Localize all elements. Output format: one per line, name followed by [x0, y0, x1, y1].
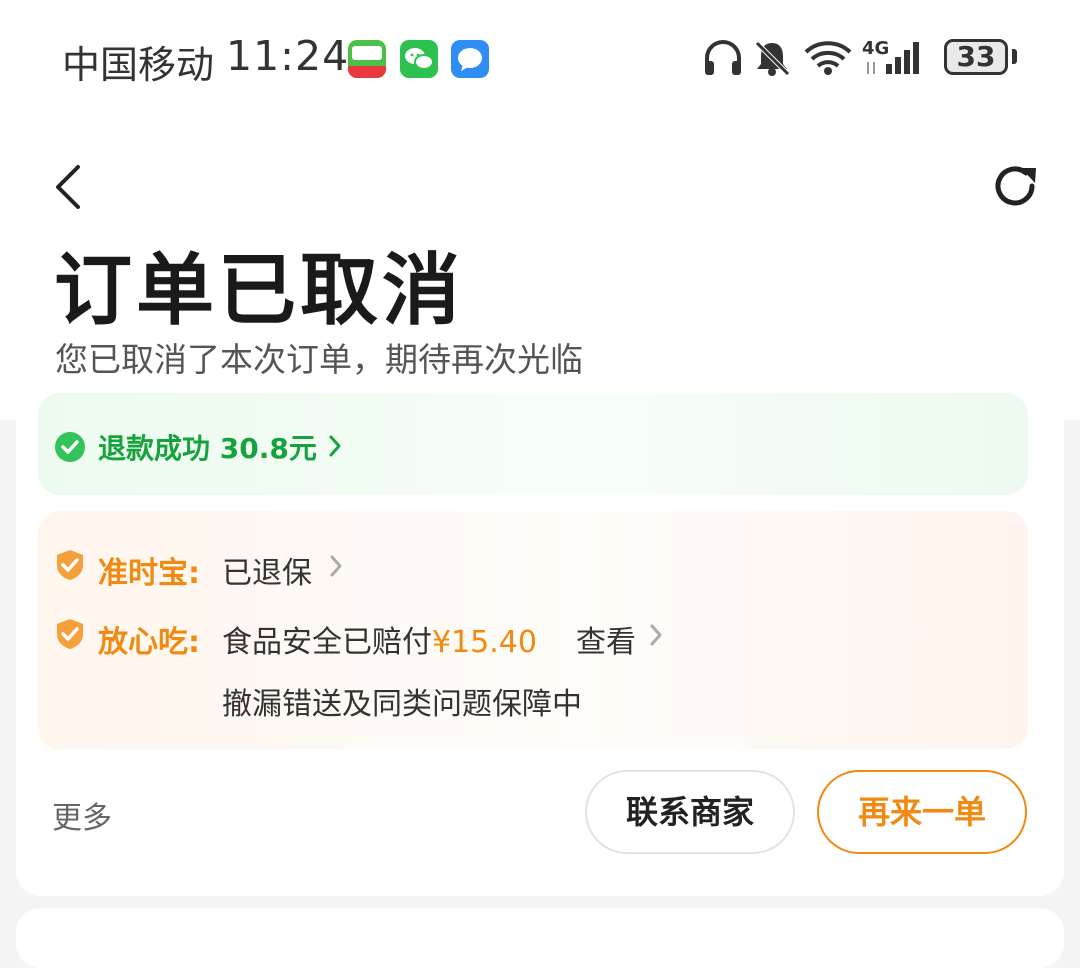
battery-indicator: 33 — [944, 39, 1008, 75]
reorder-button[interactable]: 再来一单 — [817, 770, 1027, 854]
safe-eat-text: 食品安全已赔付 — [222, 625, 432, 660]
bell-muted-icon — [755, 41, 790, 76]
page-title: 订单已取消 — [54, 246, 465, 336]
safe-eat-label: 放心吃: — [98, 625, 200, 660]
safe-eat-value: 食品安全已赔付¥15.40 — [222, 617, 537, 661]
safe-eat-note: 撤漏错送及同类问题保障中 — [222, 687, 582, 722]
shield-check-icon — [57, 619, 83, 649]
battery-tip — [1012, 49, 1017, 64]
shield-check-icon — [57, 550, 83, 580]
lottery-app-icon — [348, 40, 386, 78]
next-card — [16, 908, 1064, 968]
carrier-name: 中国移动 — [62, 43, 215, 87]
status-time: 11:24 — [226, 32, 350, 80]
chevron-left-icon[interactable] — [48, 162, 88, 212]
chevron-right-icon[interactable] — [328, 553, 344, 579]
view-link[interactable]: 查看 — [576, 617, 636, 661]
status-bar: 中国移动 11:24 4G 33 — [0, 0, 1080, 110]
refresh-icon[interactable] — [990, 162, 1042, 214]
wifi-icon — [804, 41, 852, 75]
chevron-right-icon — [329, 435, 341, 457]
refund-status[interactable]: 退款成功 30.8元 — [98, 427, 317, 467]
compensation-amount: ¥15.40 — [432, 625, 537, 660]
message-app-icon — [451, 40, 489, 78]
headphones-icon — [705, 40, 741, 75]
chevron-right-icon[interactable] — [648, 622, 664, 648]
more-button[interactable]: 更多 — [52, 793, 112, 837]
signal-icon — [867, 42, 919, 74]
check-circle-icon — [55, 432, 85, 462]
wechat-icon — [400, 40, 438, 78]
contact-merchant-button[interactable]: 联系商家 — [585, 770, 795, 854]
ontime-label: 准时宝: — [98, 556, 200, 591]
ontime-value[interactable]: 已退保 — [222, 548, 312, 592]
page-subtitle: 您已取消了本次订单，期待再次光临 — [55, 340, 583, 379]
